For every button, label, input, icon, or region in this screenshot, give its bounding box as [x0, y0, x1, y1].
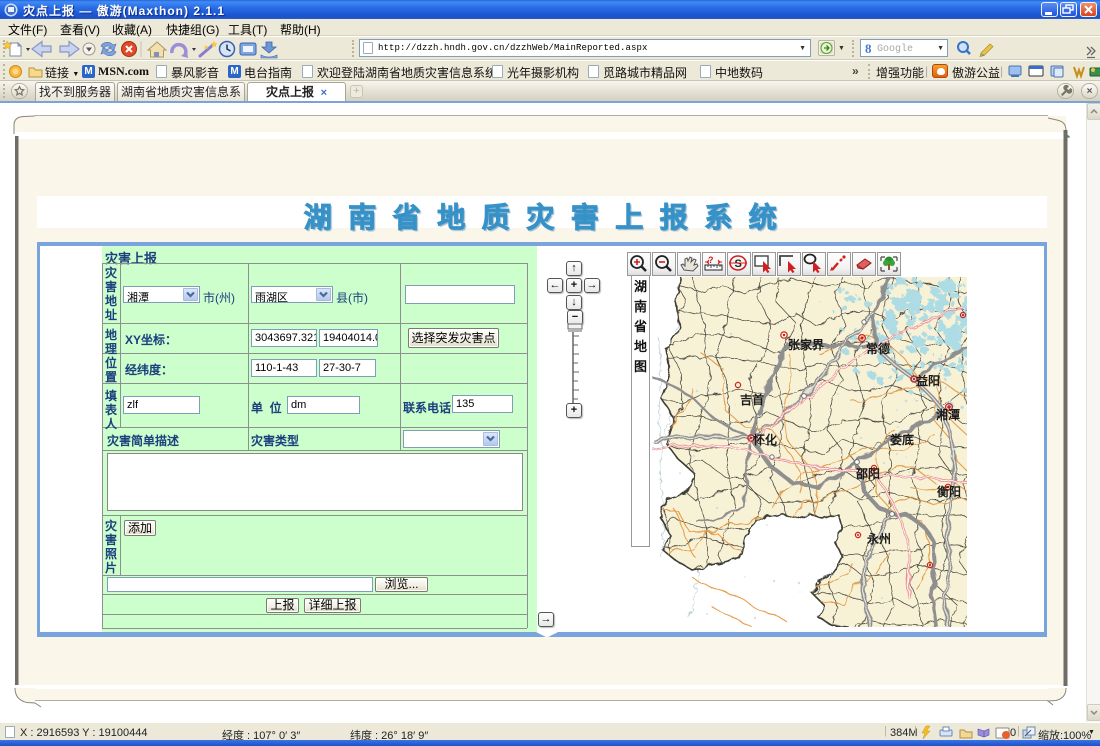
svg-text:湘潭: 湘潭 — [936, 407, 960, 422]
svg-text:娄底: 娄底 — [890, 432, 914, 447]
svg-text:常德: 常德 — [866, 341, 890, 356]
svg-text:吉首: 吉首 — [740, 392, 764, 407]
svg-text:邵阳: 邵阳 — [855, 466, 880, 481]
svg-text:怀化: 怀化 — [753, 432, 777, 447]
svg-text:益阳: 益阳 — [916, 373, 940, 388]
svg-text:S: S — [735, 258, 742, 270]
svg-text:张家界: 张家界 — [788, 337, 824, 352]
svg-text:永州: 永州 — [866, 531, 891, 546]
svg-text:衡阳: 衡阳 — [937, 484, 961, 499]
